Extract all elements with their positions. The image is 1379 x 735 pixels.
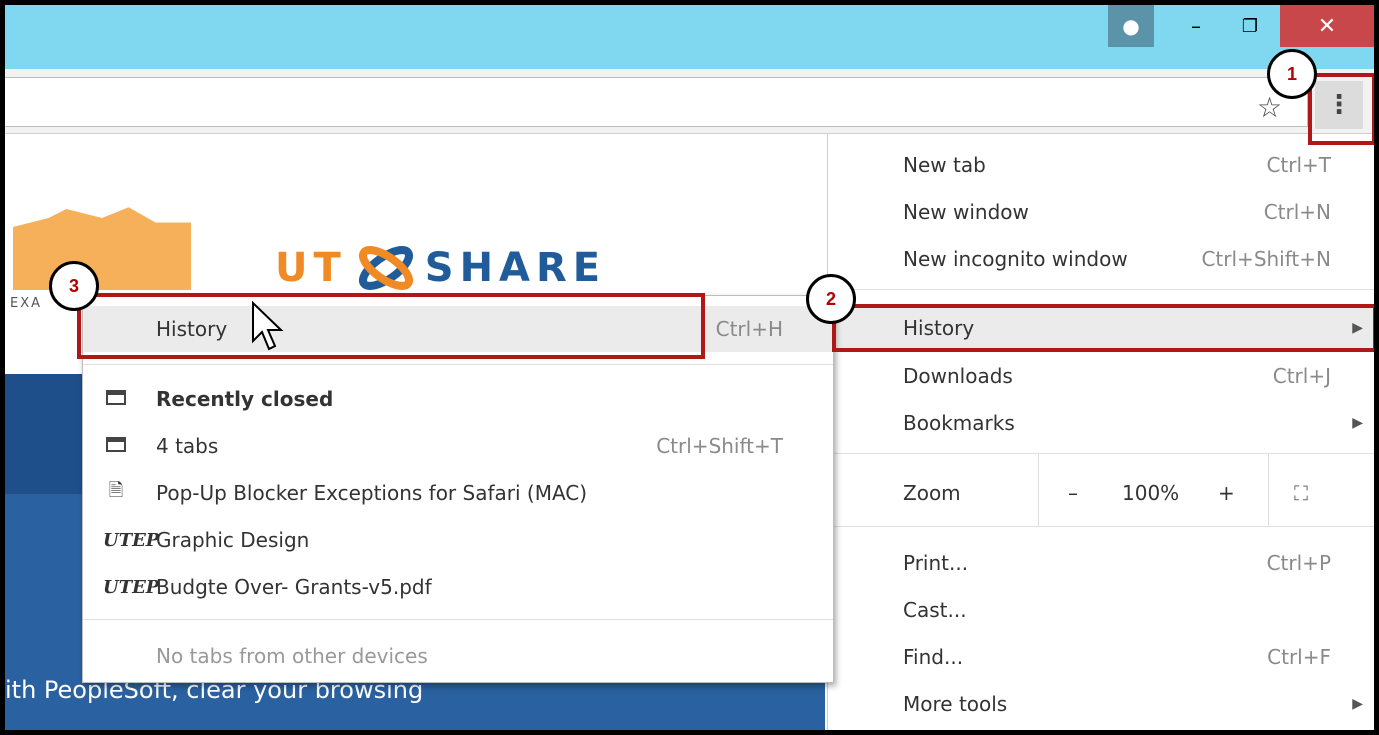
history-item-label: Budgte Over- Grants-v5.pdf — [156, 575, 432, 599]
menu-item-new-incognito-window[interactable]: New incognito window Ctrl+Shift+N — [828, 236, 1374, 282]
menu-item-downloads[interactable]: Downloads Ctrl+J — [828, 353, 1374, 399]
chrome-menu: New tab Ctrl+T New window Ctrl+N New inc… — [827, 134, 1374, 730]
history-item-graphic-design[interactable]: UTEP Graphic Design — [83, 517, 833, 563]
user-icon[interactable]: ● — [1108, 5, 1154, 47]
history-item-label: Graphic Design — [156, 528, 310, 552]
menu-item-more-tools[interactable]: More tools ▶ — [828, 681, 1374, 727]
menu-label: New window — [903, 200, 1029, 224]
utep-icon: UTEP — [103, 576, 160, 598]
zoom-divider — [1268, 454, 1269, 526]
menu-label: Cast... — [903, 598, 967, 622]
menu-label: Downloads — [903, 364, 1013, 388]
utep-icon: UTEP — [103, 529, 160, 551]
callout-3: 3 — [49, 261, 99, 311]
utshare-logo: UT SHARE — [275, 242, 606, 294]
menu-item-bookmarks[interactable]: Bookmarks ▶ — [828, 400, 1374, 446]
fullscreen-icon[interactable]: ⛶ — [1294, 481, 1308, 505]
callout-2: 2 — [806, 274, 856, 324]
no-tabs-label: No tabs from other devices — [156, 644, 428, 668]
menu-divider — [828, 526, 1374, 527]
submenu-shortcut: Ctrl+H — [715, 317, 783, 341]
menu-label: New incognito window — [903, 247, 1128, 271]
logo-share: SHARE — [424, 245, 607, 291]
logo-ut: UT — [275, 245, 347, 291]
menu-item-new-tab[interactable]: New tab Ctrl+T — [828, 142, 1374, 188]
menu-divider — [828, 289, 1374, 290]
menu-item-new-window[interactable]: New window Ctrl+N — [828, 189, 1374, 235]
highlight-box-history-item — [832, 304, 1374, 352]
no-tabs-message: No tabs from other devices — [83, 633, 833, 679]
menu-item-find[interactable]: Find... Ctrl+F — [828, 634, 1374, 680]
menu-divider — [828, 453, 1374, 454]
recently-closed-label: Recently closed — [156, 387, 334, 411]
toolbar — [5, 69, 1374, 134]
submenu-arrow-icon: ▶ — [1352, 696, 1363, 712]
logo-x-icon — [358, 246, 413, 290]
zoom-divider — [1038, 454, 1039, 526]
tab-icon — [103, 389, 129, 410]
submenu-arrow-icon: ▶ — [1352, 415, 1363, 431]
bookmark-star-icon[interactable]: ☆ — [1257, 91, 1282, 124]
history-item-popup-blocker[interactable]: 🗎 Pop-Up Blocker Exceptions for Safari (… — [83, 470, 833, 516]
zoom-out-button[interactable]: – — [1068, 481, 1078, 505]
title-bar: ● – ❐ ✕ — [5, 5, 1374, 69]
menu-label: More tools — [903, 692, 1008, 716]
menu-shortcut: Ctrl+N — [1263, 200, 1331, 224]
logo-partial-text: EXA — [10, 296, 43, 311]
menu-label: Bookmarks — [903, 411, 1015, 435]
menu-item-zoom: Zoom – 100% + ⛶ — [828, 470, 1374, 516]
highlight-box-history-submenu — [77, 293, 705, 359]
history-item-4-tabs[interactable]: 4 tabs Ctrl+Shift+T — [83, 423, 833, 469]
history-item-budget-pdf[interactable]: UTEP Budgte Over- Grants-v5.pdf — [83, 564, 833, 610]
minimize-button[interactable]: – — [1173, 5, 1219, 47]
recently-closed-header: Recently closed — [83, 376, 833, 422]
history-item-label: Pop-Up Blocker Exceptions for Safari (MA… — [156, 481, 588, 505]
menu-label: New tab — [903, 153, 986, 177]
menu-label: Find... — [903, 645, 964, 669]
menu-label: Print... — [903, 551, 969, 575]
skyline-graphic — [13, 207, 191, 290]
page-icon: 🗎 — [108, 480, 124, 501]
browser-frame: ● – ❐ ✕ ☆ ⋮ EXA UT SHARE ith PeopleSoft,… — [0, 0, 1379, 735]
menu-shortcut: Ctrl+Shift+N — [1201, 247, 1331, 271]
address-bar[interactable] — [5, 77, 1308, 127]
maximize-button[interactable]: ❐ — [1227, 5, 1273, 47]
menu-shortcut: Ctrl+P — [1266, 551, 1331, 575]
highlight-box-menu-button — [1308, 73, 1374, 145]
submenu-divider — [83, 364, 833, 365]
history-item-label: 4 tabs — [156, 434, 219, 458]
submenu-divider — [83, 619, 833, 620]
menu-item-print[interactable]: Print... Ctrl+P — [828, 540, 1374, 586]
menu-shortcut: Ctrl+J — [1272, 364, 1331, 388]
zoom-in-button[interactable]: + — [1218, 481, 1235, 505]
history-item-shortcut: Ctrl+Shift+T — [656, 434, 783, 458]
menu-item-cast[interactable]: Cast... — [828, 587, 1374, 633]
menu-shortcut: Ctrl+F — [1267, 645, 1331, 669]
callout-1: 1 — [1267, 49, 1317, 99]
close-button[interactable]: ✕ — [1280, 5, 1374, 47]
menu-label: Zoom — [903, 481, 961, 505]
menu-shortcut: Ctrl+T — [1266, 153, 1331, 177]
tab-icon — [103, 436, 129, 457]
zoom-level: 100% — [1122, 481, 1180, 505]
